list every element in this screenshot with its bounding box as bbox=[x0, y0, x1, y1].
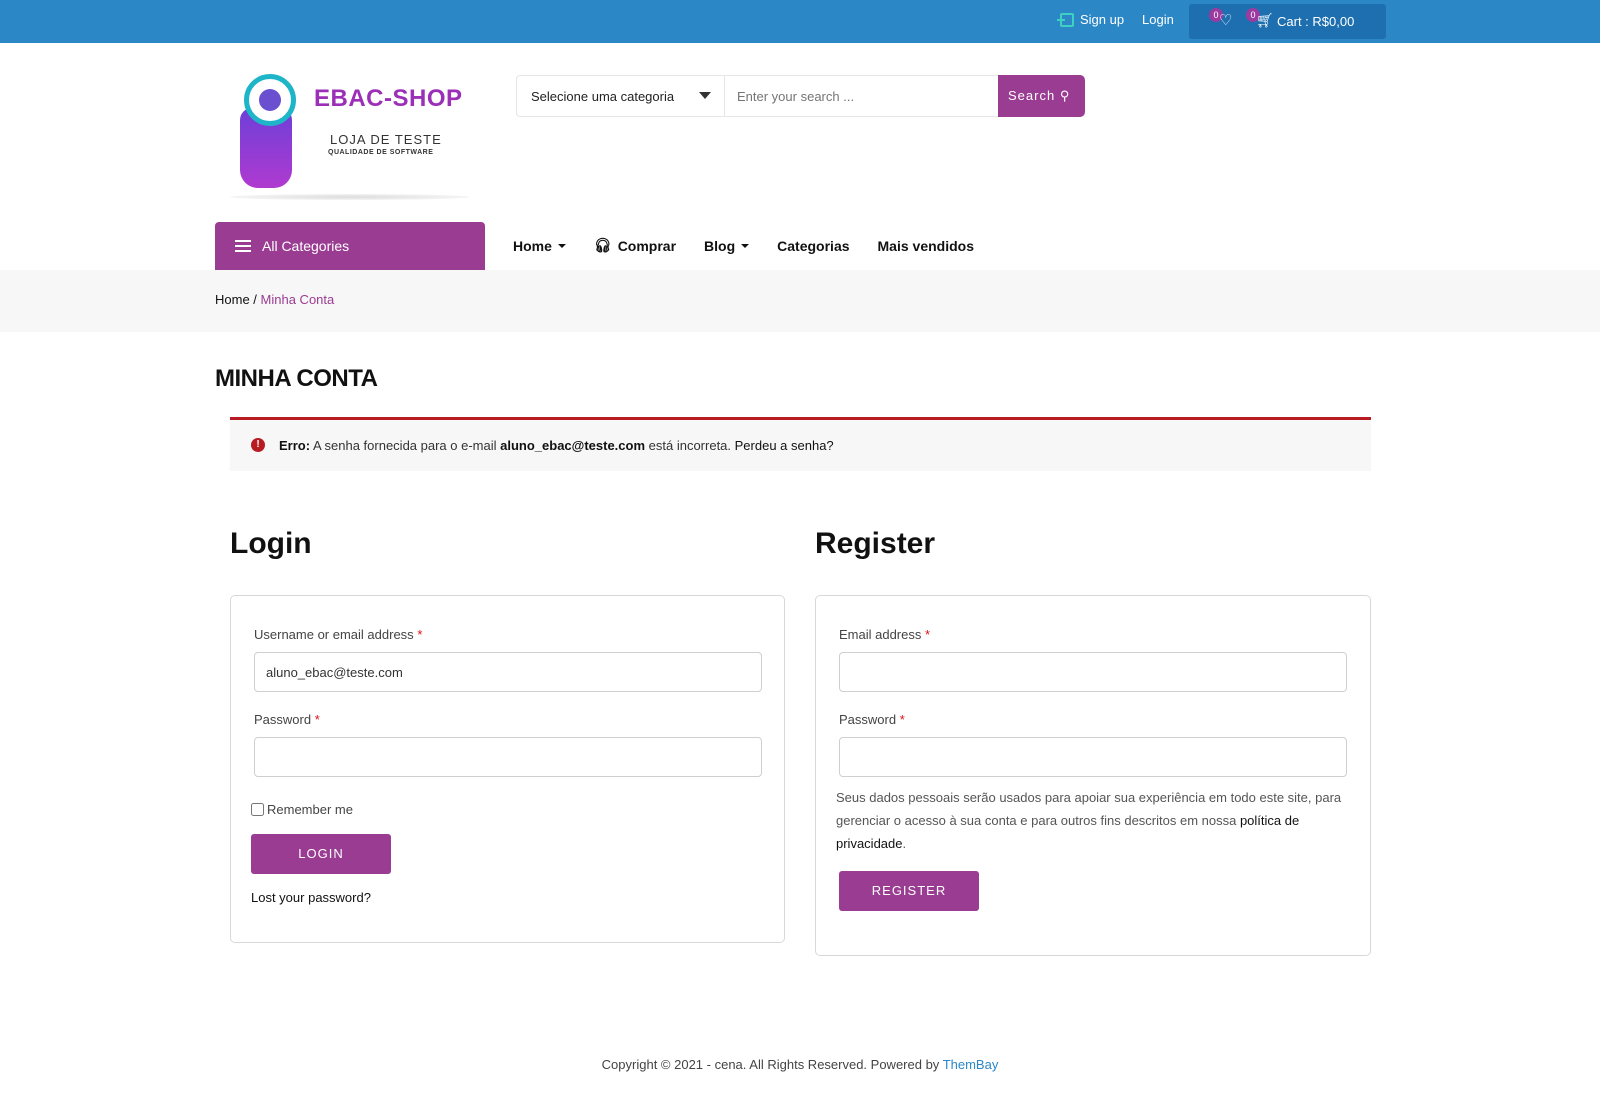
page-title: MINHA CONTA bbox=[215, 365, 378, 392]
category-select-value: Selecione uma categoria bbox=[531, 89, 675, 104]
register-password-label: Password * bbox=[839, 712, 905, 727]
search-button-label: Search bbox=[1008, 88, 1056, 103]
caret-down-icon[interactable] bbox=[699, 92, 711, 99]
error-message: Erro: A senha fornecida para o e-mail al… bbox=[279, 438, 834, 453]
error-email: aluno_ebac@teste.com bbox=[500, 438, 646, 453]
nav-item-mais-vendidos-label: Mais vendidos bbox=[877, 237, 974, 254]
chevron-down-icon bbox=[557, 243, 566, 248]
nav-item-blog[interactable]: Blog bbox=[704, 237, 750, 254]
remember-me[interactable]: Remember me bbox=[251, 802, 353, 817]
nav-item-mais-vendidos[interactable]: Mais vendidos bbox=[878, 237, 974, 254]
error-text-2: está incorreta. bbox=[645, 438, 735, 453]
footer-text: Copyright © 2021 - cena. All Rights Rese… bbox=[601, 1057, 943, 1072]
required-mark: * bbox=[314, 712, 320, 727]
signup-link[interactable]: Sign up bbox=[1057, 12, 1125, 27]
remember-me-checkbox[interactable] bbox=[251, 803, 264, 816]
register-password-label-text: Password bbox=[839, 712, 897, 727]
email-field[interactable] bbox=[839, 652, 1347, 692]
search-input[interactable] bbox=[725, 76, 997, 116]
register-title: Register bbox=[815, 527, 936, 560]
username-label: Username or email address * bbox=[254, 627, 422, 642]
footer-link[interactable]: ThemBay bbox=[943, 1057, 999, 1072]
all-categories-label: All Categories bbox=[262, 238, 350, 254]
footer: Copyright © 2021 - cena. All Rights Rese… bbox=[0, 1057, 1600, 1072]
cart-total[interactable]: Cart : R$0,00 bbox=[1277, 14, 1354, 29]
breadcrumb: Home / Minha Conta bbox=[215, 292, 334, 307]
logo-brand: EBAC-SHOP bbox=[314, 85, 463, 112]
error-text-1: A senha fornecida para o e-mail bbox=[310, 438, 501, 453]
lost-password-link[interactable]: Lost your password? bbox=[251, 890, 371, 905]
search-button[interactable]: Search ⚲ bbox=[998, 75, 1085, 117]
search-icon: ⚲ bbox=[1059, 88, 1071, 103]
password-label: Password * bbox=[254, 712, 320, 727]
username-field[interactable] bbox=[254, 652, 762, 692]
menu-icon bbox=[235, 240, 251, 252]
login-button[interactable]: LOGIN bbox=[251, 834, 391, 874]
error-prefix: Erro: bbox=[279, 438, 311, 453]
required-mark: * bbox=[417, 627, 423, 642]
cart-icon[interactable]: 🛒︎ bbox=[1256, 12, 1274, 29]
breadcrumb-band: Home / Minha Conta bbox=[0, 270, 1600, 332]
top-bar: Sign up Login 0 ♡ 0 🛒︎ Cart : R$0,00 bbox=[0, 0, 1600, 43]
signup-label: Sign up bbox=[1080, 12, 1125, 27]
category-select[interactable]: Selecione uma categoria bbox=[517, 76, 725, 116]
nav-item-blog-label: Blog bbox=[704, 237, 736, 254]
logo-dot bbox=[259, 89, 281, 111]
required-mark: * bbox=[899, 712, 905, 727]
search-bar: Selecione uma categoria Search ⚲ bbox=[516, 75, 1085, 117]
logo-tagline: LOJA DE TESTE bbox=[330, 132, 442, 147]
login-link[interactable]: Login bbox=[1142, 12, 1174, 27]
breadcrumb-separator: / bbox=[249, 292, 261, 307]
login-title: Login bbox=[230, 527, 312, 560]
privacy-end: . bbox=[902, 836, 907, 851]
register-password-field[interactable] bbox=[839, 737, 1347, 777]
email-label-text: Email address bbox=[839, 627, 922, 642]
heart-icon[interactable]: ♡ bbox=[1219, 13, 1232, 28]
login-form: Username or email address * Password * R… bbox=[230, 595, 785, 943]
remember-me-label: Remember me bbox=[267, 802, 353, 817]
error-icon: ! bbox=[251, 438, 265, 452]
nav-item-categorias-label: Categorias bbox=[777, 237, 850, 254]
lost-password-link[interactable]: Perdeu a senha? bbox=[735, 438, 834, 453]
password-field[interactable] bbox=[254, 737, 762, 777]
nav-item-home-label: Home bbox=[513, 237, 552, 254]
chevron-down-icon bbox=[741, 243, 750, 248]
headphones-icon: 🎧︎ bbox=[593, 237, 612, 253]
nav-item-comprar[interactable]: 🎧︎ Comprar bbox=[594, 237, 676, 254]
breadcrumb-current: Minha Conta bbox=[260, 292, 335, 307]
nav-item-categorias[interactable]: Categorias bbox=[777, 237, 849, 254]
signup-icon bbox=[1057, 12, 1074, 27]
nav-item-comprar-label: Comprar bbox=[617, 237, 677, 254]
cart-box[interactable]: 0 ♡ 0 🛒︎ Cart : R$0,00 bbox=[1189, 4, 1386, 39]
privacy-notice: Seus dados pessoais serão usados para ap… bbox=[836, 786, 1346, 855]
error-notice: ! Erro: A senha fornecida para o e-mail … bbox=[230, 417, 1371, 471]
register-button[interactable]: REGISTER bbox=[839, 871, 979, 911]
logo-shadow bbox=[230, 194, 470, 200]
username-label-text: Username or email address bbox=[254, 627, 414, 642]
main-nav: Home 🎧︎ Comprar Blog Categorias Mais ven… bbox=[513, 237, 1002, 254]
all-categories-button[interactable]: All Categories bbox=[215, 222, 485, 270]
register-form: Email address * Password * Seus dados pe… bbox=[815, 595, 1371, 956]
required-mark: * bbox=[925, 627, 931, 642]
logo-subtagline: QUALIDADE DE SOFTWARE bbox=[328, 149, 434, 156]
breadcrumb-home[interactable]: Home bbox=[215, 292, 250, 307]
email-label: Email address * bbox=[839, 627, 930, 642]
site-logo[interactable]: EBAC-SHOP LOJA DE TESTE QUALIDADE DE SOF… bbox=[230, 68, 470, 206]
nav-item-home[interactable]: Home bbox=[513, 237, 566, 254]
password-label-text: Password bbox=[254, 712, 312, 727]
